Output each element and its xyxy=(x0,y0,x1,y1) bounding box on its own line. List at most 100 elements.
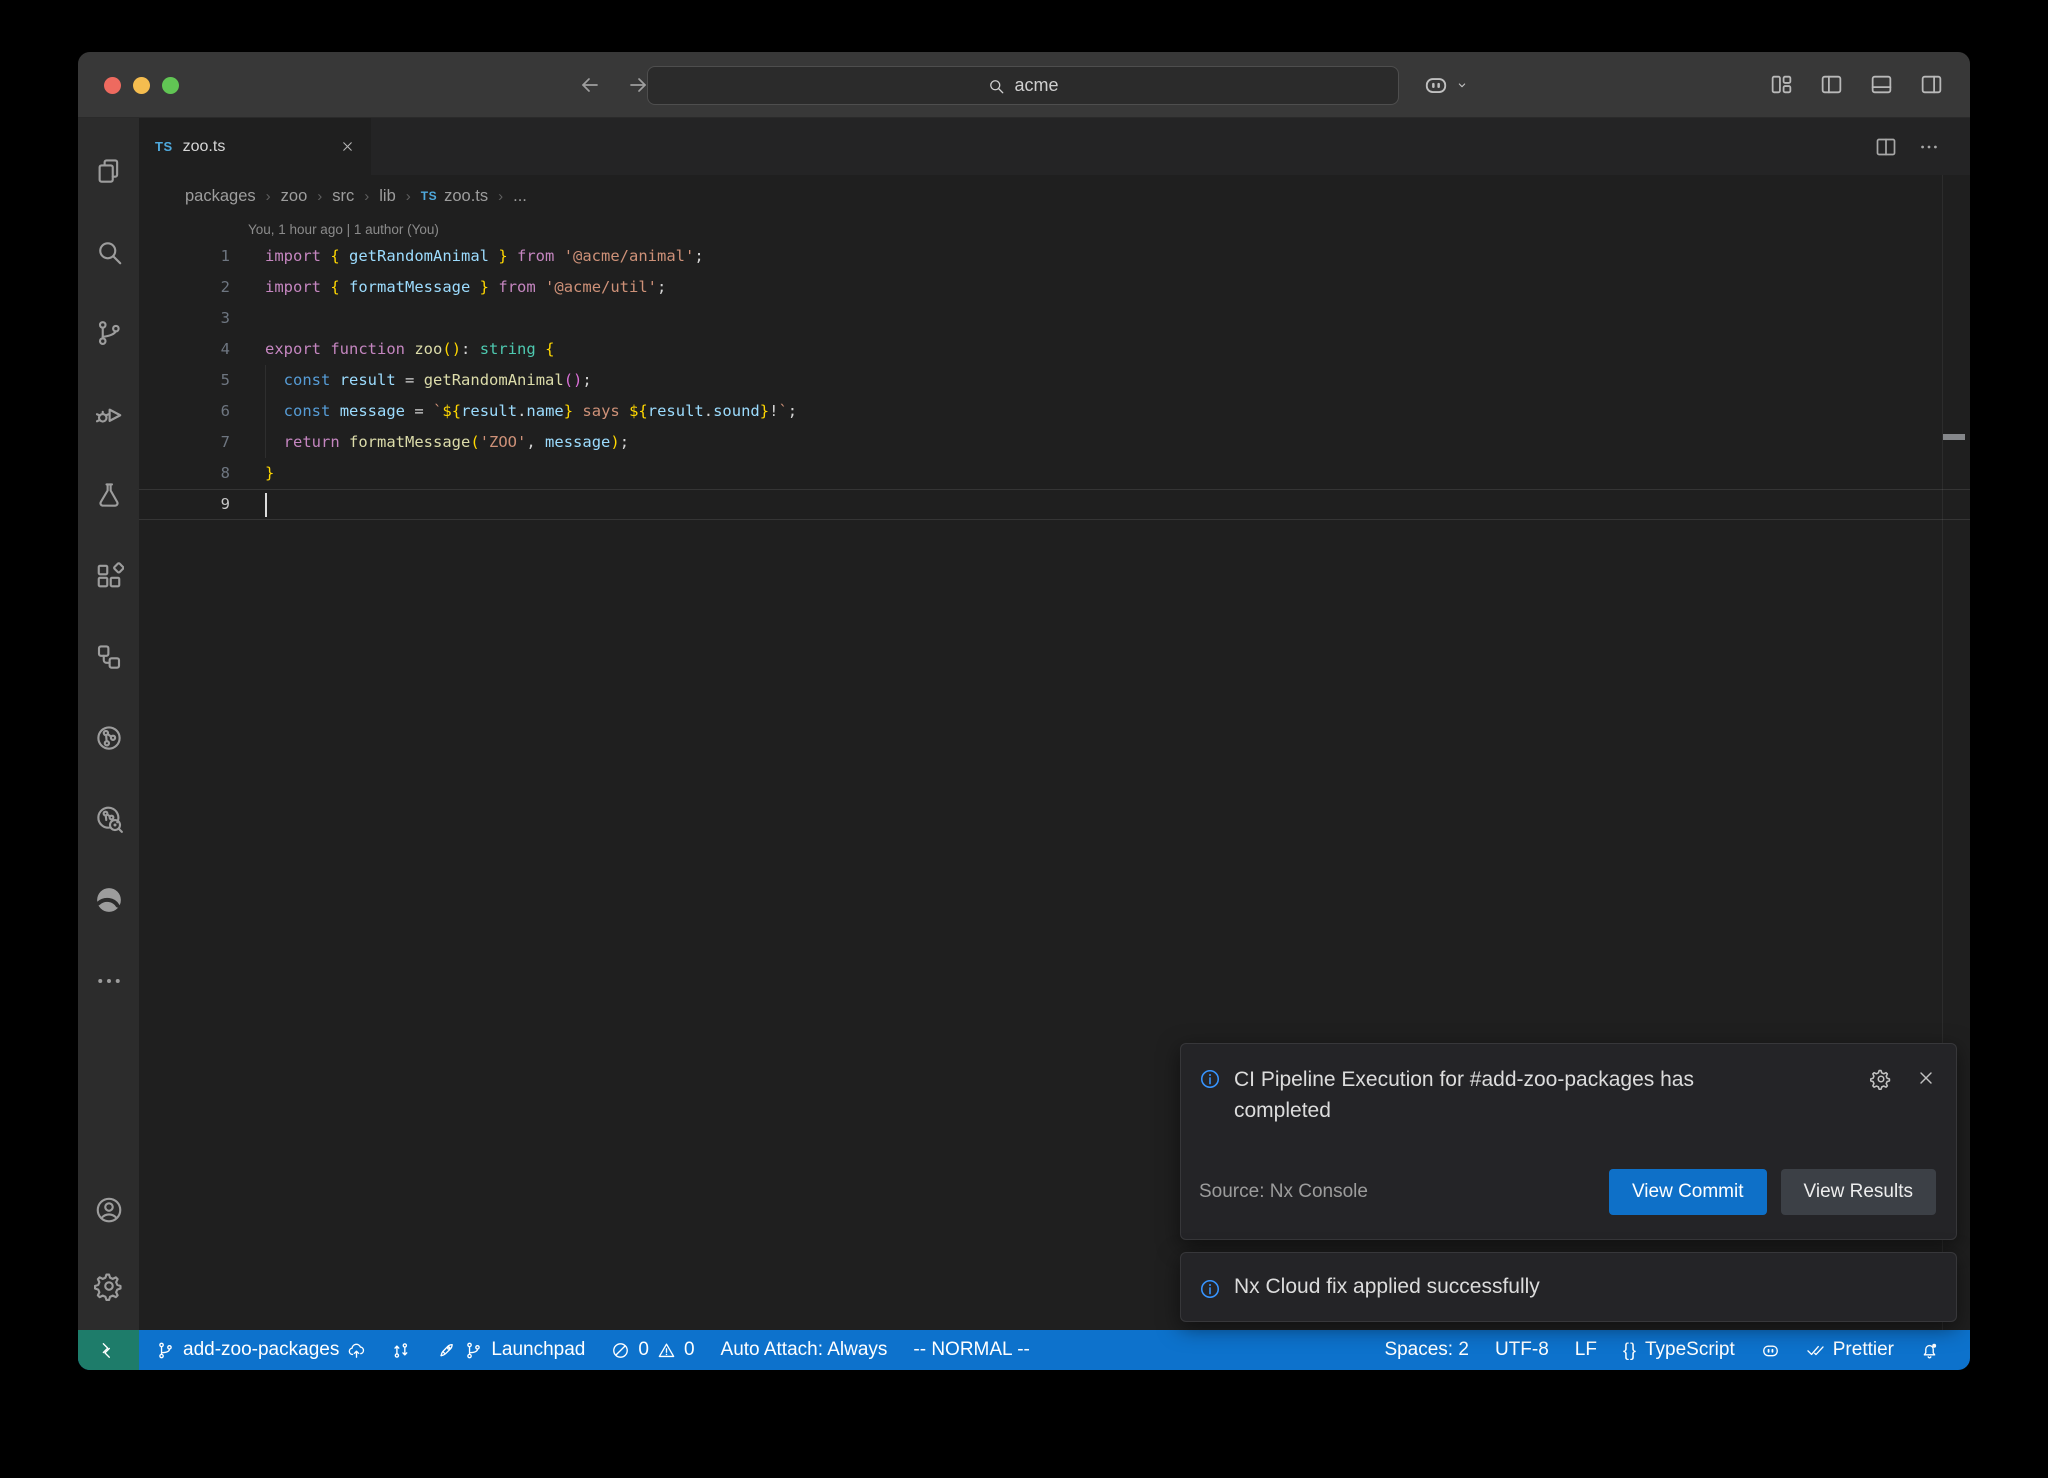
breadcrumb-separator-icon: › xyxy=(317,188,322,205)
status-eol[interactable]: LF xyxy=(1562,1330,1610,1370)
activity-item-explorer[interactable] xyxy=(85,130,133,211)
breadcrumb-item-packages[interactable]: packages xyxy=(185,187,256,206)
notification-settings-icon[interactable] xyxy=(1870,1068,1892,1090)
arrow-left-icon xyxy=(578,73,602,97)
activity-item-manage-settings[interactable] xyxy=(85,1248,133,1324)
tab-strip: TS zoo.ts xyxy=(139,118,1970,175)
rocket-icon xyxy=(437,1341,456,1360)
layout-controls xyxy=(1769,52,1944,117)
activity-item-nx-cloud[interactable] xyxy=(85,697,133,778)
layout-panel-icon xyxy=(1869,72,1894,97)
status-git-branch[interactable]: add-zoo-packages xyxy=(143,1330,379,1370)
line-number: 8 xyxy=(139,458,230,489)
notification-close-icon[interactable] xyxy=(1916,1068,1936,1090)
history-navigation xyxy=(578,52,650,117)
close-icon[interactable] xyxy=(1916,1068,1936,1088)
breadcrumb-item--[interactable]: ... xyxy=(513,187,527,206)
overview-ruler-decoration[interactable] xyxy=(1943,434,1965,440)
back-button[interactable] xyxy=(578,73,602,97)
copilot-icon xyxy=(1761,1341,1780,1360)
notification-center: CI Pipeline Execution for #add-zoo-packa… xyxy=(1180,1043,1957,1322)
customize-layout-button[interactable] xyxy=(1769,72,1794,97)
warning-icon xyxy=(657,1341,676,1360)
command-center-search[interactable]: acme xyxy=(647,66,1399,105)
split-editor-button[interactable] xyxy=(1874,135,1898,159)
breadcrumb-item-lib[interactable]: lib xyxy=(379,187,396,206)
activity-item-edge-tools[interactable] xyxy=(85,859,133,940)
more-actions-button[interactable] xyxy=(1918,136,1940,158)
branch-icon xyxy=(464,1341,483,1360)
search-icon xyxy=(94,237,124,267)
window-controls xyxy=(104,77,179,94)
info-icon xyxy=(1199,1278,1221,1300)
source-control-icon xyxy=(94,318,124,348)
status-auto-attach[interactable]: Auto Attach: Always xyxy=(708,1330,901,1370)
cloud-upload-icon xyxy=(347,1341,366,1360)
text-cursor xyxy=(265,493,267,517)
more-actions-icon xyxy=(1918,136,1940,158)
status-problems[interactable]: 00 xyxy=(598,1330,707,1370)
line-number: 5 xyxy=(139,365,230,396)
info-icon xyxy=(1199,1068,1221,1090)
status-copilot-status[interactable] xyxy=(1748,1330,1793,1370)
nx-cloud-icon xyxy=(94,723,124,753)
breadcrumb-item-src[interactable]: src xyxy=(332,187,354,206)
close-icon[interactable] xyxy=(340,139,355,154)
activity-bar xyxy=(78,118,139,1330)
testing-icon xyxy=(94,480,124,510)
status-indentation[interactable]: Spaces: 2 xyxy=(1371,1330,1482,1370)
manage-settings-icon xyxy=(94,1271,124,1301)
typescript-file-icon: TS xyxy=(155,139,173,154)
remote-icon xyxy=(99,1341,118,1360)
breadcrumb-item-zoo-ts[interactable]: zoo.ts xyxy=(444,187,488,206)
copilot-menu[interactable] xyxy=(1423,52,1470,117)
breadcrumb-item-zoo[interactable]: zoo xyxy=(281,187,308,206)
layout-sidebar-left-button[interactable] xyxy=(1819,72,1844,97)
status-encoding[interactable]: UTF-8 xyxy=(1482,1330,1562,1370)
layout-panel-button[interactable] xyxy=(1869,72,1894,97)
activity-item-search[interactable] xyxy=(85,211,133,292)
activity-item-testing[interactable] xyxy=(85,454,133,535)
indent-guide xyxy=(265,365,266,396)
status-vim-mode[interactable]: -- NORMAL -- xyxy=(900,1330,1042,1370)
search-icon xyxy=(987,77,1005,95)
line-number: 2 xyxy=(139,272,230,303)
gear-icon[interactable] xyxy=(1870,1068,1892,1090)
close-tab-icon[interactable] xyxy=(340,139,355,154)
layout-sidebar-right-icon xyxy=(1919,72,1944,97)
zoom-window-button[interactable] xyxy=(162,77,179,94)
codelens-blame[interactable]: You, 1 hour ago | 1 author (You) xyxy=(139,217,1970,241)
status-notifications-bell[interactable] xyxy=(1907,1330,1952,1370)
activity-item-additional-views[interactable] xyxy=(85,940,133,1021)
view-commit-button[interactable]: View Commit xyxy=(1609,1169,1767,1215)
activity-item-nx-console[interactable] xyxy=(85,616,133,697)
activity-item-nx-cloud-inspect[interactable] xyxy=(85,778,133,859)
notification-title: Nx Cloud fix applied successfully xyxy=(1234,1275,1540,1299)
bell-icon xyxy=(1920,1341,1939,1360)
code-line-4: 4export function zoo(): string { xyxy=(139,334,1970,365)
line-number: 4 xyxy=(139,334,230,365)
tab-zoo-ts[interactable]: TS zoo.ts xyxy=(139,118,371,175)
run-and-debug-icon xyxy=(94,399,124,429)
activity-item-run-and-debug[interactable] xyxy=(85,373,133,454)
view-results-button[interactable]: View Results xyxy=(1781,1169,1936,1215)
layout-sidebar-right-button[interactable] xyxy=(1919,72,1944,97)
indent-guide xyxy=(265,396,266,427)
activity-item-source-control[interactable] xyxy=(85,292,133,373)
close-window-button[interactable] xyxy=(104,77,121,94)
status-language-mode[interactable]: {}TypeScript xyxy=(1610,1330,1748,1370)
split-editor-icon xyxy=(1874,135,1898,159)
branch-icon xyxy=(156,1341,175,1360)
activity-item-accounts[interactable] xyxy=(85,1172,133,1248)
status-remote-indicator[interactable] xyxy=(78,1330,139,1370)
braces-icon: {} xyxy=(1623,1340,1637,1361)
status-gitlens-launchpad[interactable]: Launchpad xyxy=(424,1330,598,1370)
nx-cloud-inspect-icon xyxy=(94,804,124,834)
activity-item-extensions[interactable] xyxy=(85,535,133,616)
line-number: 7 xyxy=(139,427,230,458)
minimize-window-button[interactable] xyxy=(133,77,150,94)
info-icon xyxy=(1199,1068,1221,1090)
status-commit-graph[interactable] xyxy=(379,1330,424,1370)
status-formatter-prettier[interactable]: Prettier xyxy=(1793,1330,1907,1370)
breadcrumb-separator-icon: › xyxy=(406,188,411,205)
